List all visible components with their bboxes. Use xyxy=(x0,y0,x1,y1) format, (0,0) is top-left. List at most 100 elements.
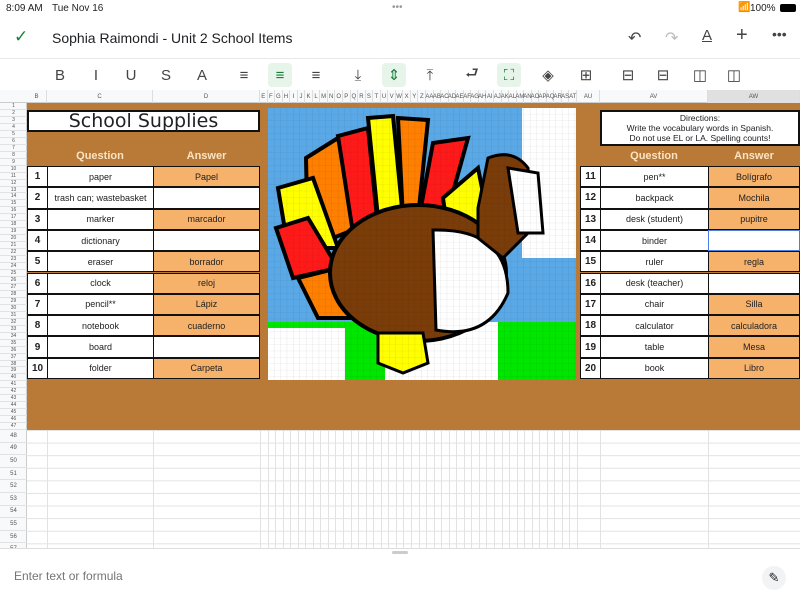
bold-button[interactable]: B xyxy=(48,63,72,87)
question-cell[interactable]: clock xyxy=(47,272,154,294)
row-header[interactable]: 25 xyxy=(0,270,27,277)
row-number[interactable]: 8 xyxy=(27,315,48,337)
row-header[interactable]: 45 xyxy=(0,409,27,417)
formula-input[interactable] xyxy=(14,569,714,583)
answer-cell[interactable]: cuaderno xyxy=(153,315,260,337)
row-header[interactable]: 31 xyxy=(0,312,27,319)
answer-cell[interactable]: reloj xyxy=(153,272,260,294)
question-cell[interactable]: pen** xyxy=(600,166,709,188)
valign-top-button[interactable]: ⤒ xyxy=(418,63,442,87)
column-header-X[interactable]: X xyxy=(403,90,411,103)
underline-button[interactable]: U xyxy=(119,63,143,87)
answer-cell[interactable]: calculadora xyxy=(708,315,800,337)
question-cell[interactable]: ruler xyxy=(600,251,709,273)
column-header-B[interactable]: B xyxy=(27,90,47,103)
row-number[interactable]: 4 xyxy=(27,229,48,252)
row-header[interactable]: 8 xyxy=(0,152,27,159)
row-header[interactable]: 21 xyxy=(0,242,27,250)
row-header[interactable]: 13 xyxy=(0,187,27,194)
insert-col-left-button[interactable]: ◫ xyxy=(688,63,712,87)
row-header[interactable]: 2 xyxy=(0,110,27,117)
column-header-K[interactable]: K xyxy=(305,90,313,103)
column-header-W[interactable]: W xyxy=(396,90,404,103)
row-header[interactable]: 10 xyxy=(0,166,27,173)
row-header[interactable]: 23 xyxy=(0,256,27,264)
answer-cell[interactable]: Papel xyxy=(153,166,260,188)
row-header[interactable]: 56 xyxy=(0,531,27,544)
row-header[interactable]: 44 xyxy=(0,402,27,410)
answer-cell[interactable]: Silla xyxy=(708,293,800,316)
row-header[interactable]: 49 xyxy=(0,443,27,456)
question-cell[interactable]: backpack xyxy=(600,187,709,209)
row-header[interactable]: 39 xyxy=(0,367,27,375)
pencil-icon[interactable]: ✎ xyxy=(762,566,786,590)
column-header-AW[interactable]: AW xyxy=(708,90,800,103)
row-header[interactable]: 12 xyxy=(0,180,27,187)
row-header[interactable]: 17 xyxy=(0,214,27,222)
column-header-F[interactable]: F xyxy=(268,90,276,103)
column-header-M[interactable]: M xyxy=(320,90,328,103)
column-header-G[interactable]: G xyxy=(275,90,283,103)
text-color-button[interactable]: A xyxy=(190,63,214,87)
row-header[interactable]: 50 xyxy=(0,455,27,468)
check-icon[interactable]: ✓ xyxy=(14,27,28,47)
column-header-T[interactable]: T xyxy=(373,90,381,103)
row-header[interactable]: 41 xyxy=(0,381,27,389)
redo-icon[interactable]: ↷ xyxy=(665,28,678,48)
multitask-dots[interactable]: ••• xyxy=(392,2,403,13)
row-header[interactable]: 52 xyxy=(0,480,27,493)
row-header[interactable]: 20 xyxy=(0,235,27,243)
row-header[interactable]: 7 xyxy=(0,145,27,152)
row-number[interactable]: 11 xyxy=(580,166,601,188)
row-header[interactable]: 48 xyxy=(0,430,27,443)
row-header[interactable]: 6 xyxy=(0,138,27,145)
question-cell[interactable]: eraser xyxy=(47,251,154,273)
row-header[interactable]: 18 xyxy=(0,221,27,229)
question-cell[interactable]: book xyxy=(600,357,709,379)
row-number[interactable]: 16 xyxy=(580,272,601,294)
merge-button[interactable]: ⛶ xyxy=(497,63,521,87)
row-header[interactable]: 55 xyxy=(0,518,27,531)
document-title[interactable]: Sophia Raimondi - Unit 2 School Items xyxy=(52,30,292,46)
row-header[interactable]: 24 xyxy=(0,263,27,271)
row-header[interactable]: 43 xyxy=(0,395,27,403)
answer-cell[interactable] xyxy=(153,336,260,358)
drag-handle[interactable] xyxy=(392,551,408,554)
row-number[interactable]: 14 xyxy=(580,229,601,252)
question-cell[interactable]: notebook xyxy=(47,315,154,337)
row-header[interactable]: 30 xyxy=(0,305,27,312)
row-number[interactable]: 19 xyxy=(580,336,601,358)
answer-cell[interactable]: Libro xyxy=(708,357,800,379)
row-header[interactable]: 3 xyxy=(0,117,27,124)
column-header-O[interactable]: O xyxy=(335,90,344,103)
answer-cell[interactable] xyxy=(708,272,800,294)
row-header[interactable]: 27 xyxy=(0,284,27,291)
strikethrough-button[interactable]: S xyxy=(154,63,178,87)
undo-icon[interactable]: ↶ xyxy=(628,28,641,48)
column-header-V[interactable]: V xyxy=(388,90,396,103)
row-header[interactable]: 11 xyxy=(0,173,27,180)
borders-button[interactable]: ⊞ xyxy=(574,63,598,87)
column-header-AT[interactable]: AT xyxy=(569,90,577,103)
answer-cell[interactable] xyxy=(708,229,800,252)
row-header[interactable]: 28 xyxy=(0,291,27,298)
insert-row-below-button[interactable]: ⊟ xyxy=(651,63,675,87)
answer-cell[interactable]: Bolígrafo xyxy=(708,166,800,188)
add-icon[interactable]: + xyxy=(736,24,748,47)
row-number[interactable]: 13 xyxy=(580,208,601,230)
question-cell[interactable]: dictionary xyxy=(47,229,154,252)
question-cell[interactable]: desk (student) xyxy=(600,208,709,230)
question-cell[interactable]: calculator xyxy=(600,315,709,337)
row-header[interactable]: 16 xyxy=(0,207,27,215)
insert-row-above-button[interactable]: ⊟ xyxy=(616,63,640,87)
question-cell[interactable]: chair xyxy=(600,293,709,316)
row-header[interactable]: 1 xyxy=(0,103,27,110)
row-number[interactable]: 2 xyxy=(27,187,48,209)
answer-cell[interactable]: Lápiz xyxy=(153,293,260,316)
sheet-title[interactable]: School Supplies xyxy=(27,110,260,132)
question-cell[interactable]: pencil** xyxy=(47,293,154,316)
question-cell[interactable]: table xyxy=(600,336,709,358)
row-header[interactable]: 42 xyxy=(0,388,27,396)
row-number[interactable]: 3 xyxy=(27,208,48,230)
answer-cell[interactable]: borrador xyxy=(153,251,260,273)
